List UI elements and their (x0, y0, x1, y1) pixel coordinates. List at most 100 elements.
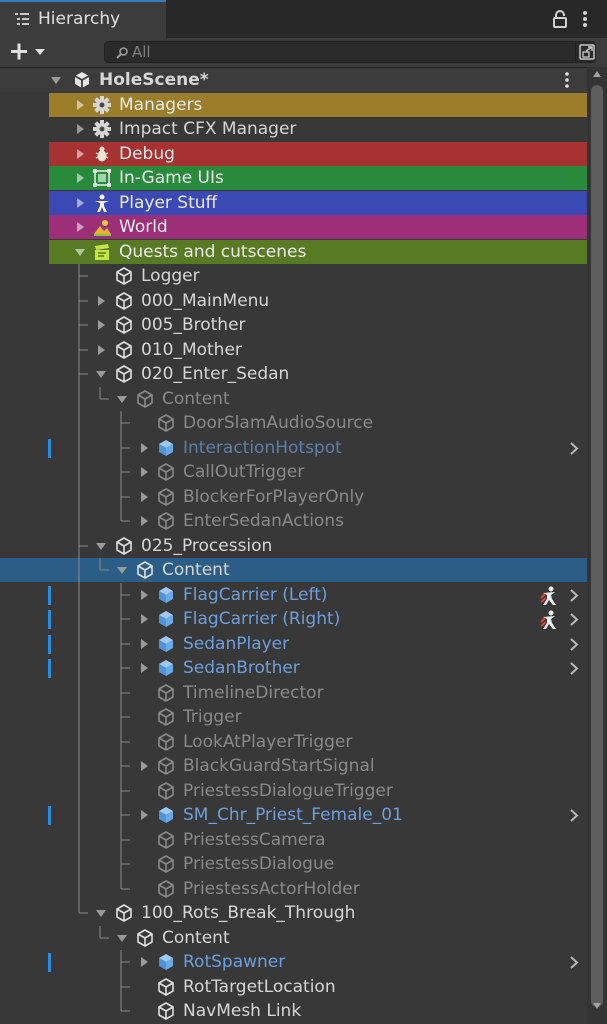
search-field[interactable] (104, 41, 596, 63)
hierarchy-row[interactable]: RotTargetLocation (0, 974, 587, 1000)
scroll-thumb[interactable] (591, 85, 603, 1007)
expand-arrow-right-icon[interactable] (74, 197, 86, 209)
prefab-open-chevron-icon[interactable] (568, 809, 580, 822)
gameobject-cube-icon (116, 536, 132, 555)
expand-arrow-right-icon[interactable] (95, 295, 107, 307)
prefab-open-chevron-icon[interactable] (568, 613, 580, 626)
row-label: World (119, 217, 168, 237)
hierarchy-row[interactable]: Impact CFX Manager (0, 117, 587, 141)
expand-arrow-down-icon[interactable] (116, 932, 128, 944)
hierarchy-row[interactable]: Trigger (0, 705, 587, 730)
vertical-scrollbar[interactable] (587, 67, 607, 1024)
hierarchy-row[interactable]: CallOutTrigger (0, 460, 587, 485)
hierarchy-row[interactable]: NavMesh Link (0, 999, 587, 1023)
hierarchy-row[interactable]: DoorSlamAudioSource (0, 411, 587, 436)
hierarchy-row[interactable]: RotSpawner (0, 950, 587, 975)
hierarchy-row[interactable]: Content (0, 558, 587, 583)
gameobject-cube-icon (116, 365, 132, 383)
expand-arrow-down-icon[interactable] (95, 368, 107, 380)
scene-menu-kebab-icon[interactable] (562, 71, 572, 89)
hierarchy-row[interactable]: FlagCarrier (Left) (0, 582, 587, 608)
prefab-open-chevron-icon[interactable] (568, 956, 580, 969)
expand-arrow-down-icon[interactable] (95, 540, 107, 552)
prefab-cube-icon (159, 660, 173, 676)
hierarchy-row[interactable]: EnterSedanActions (0, 509, 587, 534)
hierarchy-row[interactable]: In-Game UIs (0, 166, 587, 190)
row-label: 005_Brother (141, 315, 246, 335)
hierarchy-row[interactable]: SedanPlayer (0, 631, 587, 657)
gameobject-cube-icon (158, 977, 174, 996)
hierarchy-row[interactable]: Player Stuff (0, 190, 587, 215)
expand-arrow-right-icon[interactable] (74, 99, 86, 111)
ui-frame-icon (93, 169, 111, 187)
prefab-open-chevron-icon[interactable] (568, 441, 580, 455)
prefab-open-chevron-icon[interactable] (568, 637, 580, 651)
hierarchy-row[interactable]: World (0, 215, 587, 239)
expand-arrow-down-icon[interactable] (116, 393, 128, 405)
expand-arrow-right-icon[interactable] (95, 319, 107, 331)
scroll-up-arrow-icon[interactable] (593, 71, 601, 77)
create-button[interactable] (8, 40, 50, 64)
hierarchy-row[interactable]: 025_Procession (0, 533, 587, 559)
prefab-open-chevron-icon[interactable] (568, 588, 580, 602)
expand-arrow-down-icon[interactable] (116, 564, 128, 576)
expand-arrow-right-icon[interactable] (74, 123, 86, 135)
tree-guide-lines (99, 925, 109, 938)
expand-arrow-right-icon[interactable] (138, 662, 150, 674)
hierarchy-row[interactable]: PriestessDialogue (0, 852, 587, 877)
expand-arrow-right-icon[interactable] (138, 466, 150, 478)
expand-arrow-right-icon[interactable] (138, 613, 150, 625)
hierarchy-row[interactable]: FlagCarrier (Right) (0, 607, 587, 632)
hierarchy-row[interactable]: Content (0, 925, 587, 950)
row-label: In-Game UIs (119, 168, 224, 188)
hierarchy-row[interactable]: 020_Enter_Sedan (0, 362, 587, 387)
hierarchy-row[interactable]: 000_MainMenu (0, 288, 587, 314)
expand-arrow-right-icon[interactable] (138, 760, 150, 772)
expand-arrow-right-icon[interactable] (95, 344, 107, 356)
expand-arrow-right-icon[interactable] (74, 221, 86, 233)
hierarchy-row[interactable]: LookAtPlayerTrigger (0, 729, 587, 755)
expand-arrow-right-icon[interactable] (74, 172, 86, 184)
expand-arrow-right-icon[interactable] (138, 638, 150, 650)
hierarchy-row[interactable]: SM_Chr_Priest_Female_01 (0, 803, 587, 828)
expand-arrow-right-icon[interactable] (138, 515, 150, 527)
expand-arrow-right-icon[interactable] (138, 442, 150, 454)
gameobject-cube-icon (158, 1002, 174, 1020)
search-mode-button[interactable] (575, 41, 598, 63)
expand-arrow-down-icon[interactable] (74, 246, 86, 258)
search-input[interactable] (132, 42, 562, 62)
hierarchy-row[interactable]: Managers (0, 92, 587, 117)
expand-arrow-right-icon[interactable] (138, 956, 150, 968)
expand-arrow-right-icon[interactable] (138, 589, 150, 601)
prefab-cube-icon (159, 635, 173, 652)
hierarchy-row[interactable]: Quests and cutscenes (0, 239, 587, 264)
hierarchy-row[interactable]: 010_Mother (0, 337, 587, 363)
lock-icon[interactable] (552, 9, 568, 29)
hierarchy-row[interactable]: Logger (0, 264, 587, 289)
prefab-open-chevron-icon[interactable] (568, 662, 580, 675)
hierarchy-row[interactable]: BlackGuardStartSignal (0, 754, 587, 779)
scroll-down-arrow-icon[interactable] (593, 1003, 601, 1009)
hierarchy-row[interactable]: TimelineDirector (0, 680, 587, 706)
scene-row[interactable]: HoleScene* (0, 68, 587, 92)
hierarchy-row[interactable]: Debug (0, 141, 587, 166)
expand-arrow-down-icon[interactable] (50, 74, 62, 86)
expand-arrow-right-icon[interactable] (138, 491, 150, 503)
row-label: 100_Rots_Break_Through (141, 903, 356, 923)
hierarchy-row[interactable]: 100_Rots_Break_Through (0, 901, 587, 925)
tab-hierarchy[interactable]: Hierarchy (0, 0, 166, 38)
hierarchy-row[interactable]: PriestessDialogueTrigger (0, 778, 587, 804)
hierarchy-row[interactable]: InteractionHotspot (0, 435, 587, 461)
expand-arrow-right-icon[interactable] (74, 148, 86, 160)
hierarchy-row[interactable]: PriestessCamera (0, 827, 587, 853)
hierarchy-row[interactable]: PriestessActorHolder (0, 876, 587, 902)
expand-arrow-down-icon[interactable] (95, 907, 107, 919)
row-label: TimelineDirector (183, 682, 324, 703)
row-label: 020_Enter_Sedan (141, 364, 290, 384)
hierarchy-row[interactable]: BlockerForPlayerOnly (0, 484, 587, 510)
hierarchy-row[interactable]: 005_Brother (0, 313, 587, 338)
hierarchy-row[interactable]: Content (0, 386, 587, 412)
hierarchy-row[interactable]: SedanBrother (0, 656, 587, 681)
kebab-menu-icon[interactable] (580, 9, 590, 29)
expand-arrow-right-icon[interactable] (138, 809, 150, 821)
